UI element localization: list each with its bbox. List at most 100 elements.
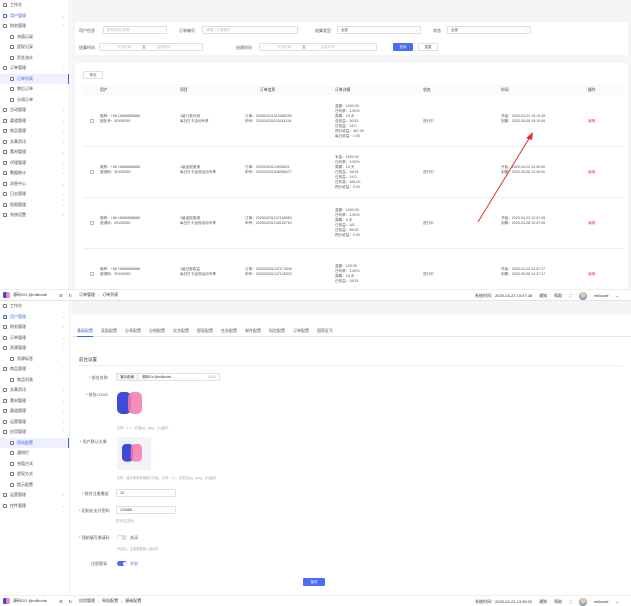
tab-item[interactable]: 分享配置 <box>125 328 141 334</box>
edit-link[interactable]: 编辑 <box>588 272 595 277</box>
sidebar-item[interactable]: 订单管理 ⌄ <box>0 333 69 344</box>
sidebar-item[interactable]: 素材管理 ⌄ <box>0 147 69 158</box>
register-login-toggle[interactable] <box>117 561 127 566</box>
sidebar-item[interactable]: 分润订单 <box>0 95 69 106</box>
sidebar-item[interactable]: 提现记录 <box>0 42 69 53</box>
sidebar-item[interactable]: 用户管理 ⌄ <box>0 11 69 22</box>
tab-item[interactable]: 短信配置 <box>269 328 285 334</box>
tab-item[interactable]: 基础配置 <box>77 328 93 337</box>
user-info-input[interactable]: 账号/姓名/昵称 <box>103 26 167 34</box>
fullscreen-icon[interactable]: ⛶ <box>569 293 572 298</box>
sidebar-item[interactable]: 渠道管理 ⌄ <box>0 406 69 417</box>
tab-item[interactable]: 实名配置 <box>173 328 189 334</box>
refresh-icon[interactable]: ↻ <box>69 293 72 298</box>
status-select[interactable]: 全部 ⌄ <box>447 26 531 34</box>
create-time-range[interactable]: ▫ 开始时间 至 结束时间 <box>259 43 377 51</box>
search-button[interactable]: 查询 <box>393 43 413 51</box>
avatar[interactable] <box>578 291 587 300</box>
breadcrumb-item[interactable]: 应用管理 <box>79 598 95 604</box>
sidebar-item[interactable]: 文章资讯 ⌄ <box>0 137 69 148</box>
sidebar-item[interactable]: 代理管理 ⌄ <box>0 158 69 169</box>
site-name-input[interactable]: 演示布局 源码Go @milicode 20/30 <box>116 373 220 381</box>
sidebar-item[interactable]: 素材管理 ⌄ <box>0 396 69 407</box>
sidebar-item[interactable]: 应用管理 ⌃ <box>0 427 69 438</box>
collapse-icon[interactable]: ☰ <box>59 293 63 298</box>
tab-item[interactable]: 奖励配置 <box>101 328 117 334</box>
help-link[interactable]: 帮助 <box>554 599 562 605</box>
register-gift-input[interactable]: 10 <box>116 489 176 497</box>
sidebar-item[interactable]: 充值方式 <box>0 459 69 470</box>
sidebar-item[interactable]: 日志管理 ⌄ <box>0 189 69 200</box>
sidebar-item[interactable]: 文章资讯 ⌄ <box>0 385 69 396</box>
sidebar-item[interactable]: 渠道管理 ⌄ <box>0 116 69 127</box>
row-checkbox[interactable] <box>90 119 94 123</box>
sidebar-item[interactable]: 财务管理 ⌃ <box>0 21 69 32</box>
reset-button[interactable]: 重置 <box>418 43 438 51</box>
sidebar-item[interactable]: 资源管理 ⌃ <box>0 343 69 354</box>
breadcrumb-item[interactable]: 网站配置 <box>102 598 118 604</box>
sidebar-item[interactable]: 消息中心 ⌄ <box>0 179 69 190</box>
row-checkbox[interactable] <box>90 170 94 174</box>
sidebar-item[interactable]: 用户管理 ⌄ <box>0 312 69 323</box>
sidebar-item[interactable]: 订单列表 <box>0 73 69 84</box>
sidebar-item[interactable]: 财务管理 ⌄ <box>0 322 69 333</box>
sidebar-item[interactable]: 充值记录 <box>0 32 69 43</box>
site-logo-image[interactable] <box>117 392 147 414</box>
edit-link[interactable]: 编辑 <box>588 170 595 175</box>
username[interactable]: milicode <box>594 599 609 604</box>
sidebar-item[interactable]: 商品管理 ⌄ <box>0 126 69 137</box>
sidebar-item[interactable]: 资金流水 <box>0 53 69 64</box>
avatar[interactable] <box>578 597 587 606</box>
notice-link[interactable]: 通知 <box>539 599 547 605</box>
sidebar-item[interactable]: 资源标签 <box>0 354 69 365</box>
edit-link[interactable]: 编辑 <box>588 119 595 124</box>
chevron-down-icon[interactable]: ⌄ <box>616 293 619 298</box>
sidebar-item[interactable]: 通知栏 <box>0 448 69 459</box>
sidebar-item[interactable]: 商品列表 <box>0 375 69 386</box>
sidebar-item[interactable]: 运营管理 ⌄ <box>0 490 69 501</box>
list-icon <box>10 87 14 92</box>
sidebar-item[interactable]: 活动管理 ⌄ <box>0 105 69 116</box>
notice-link[interactable]: 通知 <box>539 293 547 299</box>
export-button[interactable]: 导出 <box>83 71 103 79</box>
sidebar-item[interactable]: 控件管理 ⌄ <box>0 501 69 512</box>
settle-time-range[interactable]: ▫ 开始时间 至 结束时间 <box>99 43 203 51</box>
invite-required-toggle[interactable] <box>117 535 127 540</box>
cell-user: 昵称：+86 18888888888 团队号：50150050 <box>100 114 140 124</box>
sidebar-item[interactable]: 系统设置 ⌄ <box>0 210 69 221</box>
fullscreen-icon[interactable]: ⛶ <box>569 599 572 604</box>
edit-link[interactable]: 编辑 <box>588 221 595 226</box>
row-checkbox[interactable] <box>90 272 94 276</box>
sidebar-item[interactable]: 订单管理 ⌃ <box>0 63 69 74</box>
sidebar-item[interactable]: 售后订单 <box>0 84 69 95</box>
sidebar-item[interactable]: 网站配置 <box>0 437 69 448</box>
sidebar-item[interactable]: 权限管理 ⌄ <box>0 200 69 211</box>
default-avatar-image[interactable] <box>117 437 151 470</box>
save-button[interactable]: 保存 <box>303 578 325 586</box>
sidebar-item[interactable]: 工作台 <box>0 0 69 11</box>
sidebar-item[interactable]: 数据统计 ⌄ <box>0 168 69 179</box>
settle-type-select[interactable]: 全部 ⌄ <box>337 26 421 34</box>
row-checkbox[interactable] <box>90 221 94 225</box>
tab-item[interactable]: 邮件配置 <box>245 328 261 334</box>
help-link[interactable]: 帮助 <box>554 293 562 299</box>
sidebar-item[interactable]: 提现方式 <box>0 469 69 480</box>
tab-item[interactable]: 任务配置 <box>221 328 237 334</box>
tab-item[interactable]: 国家区号 <box>317 328 333 334</box>
collapse-icon[interactable]: ☰ <box>59 599 63 604</box>
chevron-down-icon[interactable]: ⌄ <box>616 599 619 604</box>
sidebar-item[interactable]: 运营管理 ⌄ <box>0 417 69 428</box>
tip-icon <box>10 482 14 487</box>
refresh-icon[interactable]: ↻ <box>69 599 72 604</box>
order-no-input[interactable]: 请输入订单编号 <box>202 26 298 34</box>
breadcrumb-item[interactable]: 订单管理 <box>79 292 95 298</box>
tab-item[interactable]: 订单配置 <box>293 328 309 334</box>
tab-item[interactable]: 分销配置 <box>149 328 165 334</box>
sidebar-item[interactable]: 工作台 <box>0 301 69 312</box>
tab-item[interactable]: 提现配置 <box>197 328 213 334</box>
username[interactable]: milicode <box>594 293 609 298</box>
sidebar-item[interactable]: 商品管理 ⌃ <box>0 364 69 375</box>
pay-password-input[interactable]: 123456 <box>116 506 176 514</box>
sidebar-item[interactable]: 提示配置 <box>0 480 69 491</box>
chart-icon <box>3 171 7 176</box>
